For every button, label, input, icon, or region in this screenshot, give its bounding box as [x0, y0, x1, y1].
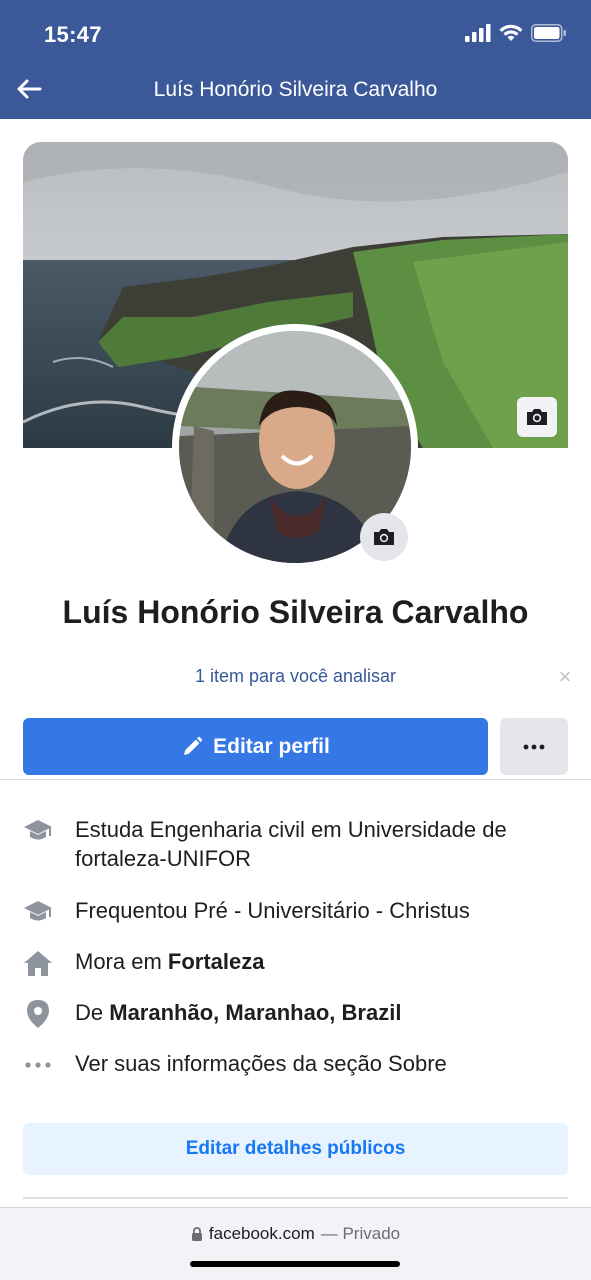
lock-icon [191, 1226, 202, 1241]
info-bold: Fortaleza [167, 949, 265, 974]
camera-icon [374, 529, 394, 545]
wifi-icon [499, 24, 523, 41]
more-dots-icon [22, 1049, 54, 1081]
more-options-button[interactable] [500, 718, 568, 775]
home-indicator[interactable] [190, 1261, 400, 1267]
browser-url[interactable]: facebook.com — Privado [0, 1224, 591, 1244]
profile-name: Luís Honório Silveira Carvalho [62, 594, 529, 630]
info-text[interactable]: Ver suas informações da seção Sobre [75, 1049, 565, 1078]
divider [23, 1197, 568, 1199]
graduation-cap-icon [22, 815, 54, 847]
info-text: Frequentou Pré - Universitário - Christu… [75, 898, 470, 923]
info-bold: Maranhão, Maranhao, Brazil [109, 1000, 402, 1025]
browser-domain: facebook.com [208, 1224, 315, 1243]
cover-camera-button[interactable] [517, 397, 557, 437]
close-icon[interactable]: × [555, 666, 575, 688]
avatar-camera-button[interactable] [360, 513, 408, 561]
more-dots-icon [523, 744, 545, 749]
pencil-icon [184, 736, 203, 755]
location-pin-icon [22, 998, 54, 1030]
divider [0, 779, 591, 780]
edit-profile-label: Editar perfil [213, 734, 330, 758]
signal-icon [465, 24, 491, 42]
info-text: De Maranhão, Maranhao, Brazil [75, 1000, 402, 1025]
page-title: Luís Honório Silveira Carvalho [153, 78, 438, 101]
status-time: 15:47 [44, 22, 102, 47]
info-text: Mora em Fortaleza [75, 949, 265, 974]
camera-icon [527, 409, 547, 425]
edit-public-details-button[interactable]: Editar detalhes públicos [23, 1123, 568, 1175]
home-icon [22, 947, 54, 979]
edit-profile-button[interactable]: Editar perfil [23, 718, 488, 775]
browser-privacy: — Privado [320, 1224, 401, 1243]
status-icons [465, 24, 567, 42]
graduation-cap-icon [22, 896, 54, 928]
review-items-link[interactable]: 1 item para você analisar [0, 666, 591, 687]
battery-icon [531, 24, 566, 42]
info-text: Estuda Engenharia civil em Universidade … [75, 817, 507, 871]
